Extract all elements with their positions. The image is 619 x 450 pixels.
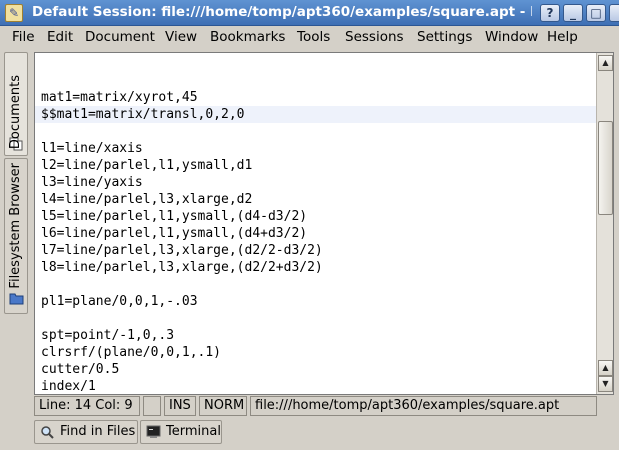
window-title: Default Session: file:///home/tomp/apt36…	[32, 4, 532, 20]
tab-filesystem-label: Filesystem Browser	[8, 163, 23, 289]
menu-sessions[interactable]: Sessions	[345, 29, 404, 45]
menu-window[interactable]: Window	[485, 29, 538, 45]
tab-documents-label: Documents	[8, 74, 23, 149]
kate-icon[interactable]: ✎	[5, 4, 23, 22]
code-line[interactable]: clrsrf/(plane/0,0,1,.1)	[41, 344, 596, 361]
code-line[interactable]: cutter/0.5	[41, 361, 596, 378]
scroll-down-button[interactable]: ▼	[598, 376, 613, 392]
tab-terminal-label: Terminal	[166, 424, 221, 439]
bottom-tab-bar: Find in Files Terminal	[34, 420, 614, 444]
tab-filesystem-browser[interactable]: Filesystem Browser	[4, 158, 28, 314]
code-line[interactable]: l4=line/parlel,l3,xlarge,d2	[41, 191, 596, 208]
menu-edit[interactable]: Edit	[47, 29, 73, 45]
menu-tools[interactable]: Tools	[297, 29, 330, 45]
scroll-up-button-lower[interactable]: ▲	[598, 360, 613, 376]
tab-terminal[interactable]: Terminal	[140, 420, 222, 444]
code-line[interactable]	[41, 276, 596, 293]
side-tab-bar: Documents Filesystem Browser	[4, 52, 28, 314]
code-line[interactable]: l3=line/yaxis	[41, 174, 596, 191]
cursor-position: Line: 14 Col: 9	[34, 396, 140, 416]
code-line[interactable]: l2=line/parlel,l1,ysmall,d1	[41, 157, 596, 174]
menu-settings[interactable]: Settings	[417, 29, 472, 45]
folder-icon	[9, 291, 24, 305]
code-area[interactable]: mat1=matrix/xyrot,45 $$mat1=matrix/transl…	[35, 89, 596, 395]
code-line[interactable]: mat1=matrix/xyrot,45	[41, 89, 596, 106]
minimize-button[interactable]: _	[563, 4, 583, 22]
tab-documents[interactable]: Documents	[4, 52, 28, 156]
title-bar[interactable]: ✎ Default Session: file:///home/tomp/apt…	[0, 0, 619, 26]
menu-view[interactable]: View	[165, 29, 197, 45]
status-bar: Line: 14 Col: 9 INS NORM file:///home/to…	[34, 396, 614, 416]
code-line[interactable]: l6=line/parlel,l1,ysmall,(d4+d3/2)	[41, 225, 596, 242]
menu-file[interactable]: File	[12, 29, 35, 45]
modified-indicator	[143, 396, 161, 416]
code-line[interactable]: $$mat1=matrix/transl,0,2,0	[35, 106, 596, 123]
close-button[interactable]	[609, 4, 619, 22]
text-editor[interactable]: mat1=matrix/xyrot,45 $$mat1=matrix/transl…	[34, 52, 614, 395]
find-icon	[40, 425, 55, 439]
code-line[interactable]: spt=point/-1,0,.3	[41, 327, 596, 344]
tab-find-label: Find in Files	[60, 424, 136, 439]
menu-bookmarks[interactable]: Bookmarks	[210, 29, 285, 45]
code-line[interactable]	[41, 123, 596, 140]
code-line[interactable]: l1=line/xaxis	[41, 140, 596, 157]
maximize-button[interactable]: □	[586, 4, 606, 22]
scroll-up-button[interactable]: ▲	[598, 55, 613, 71]
menu-help[interactable]: Help	[547, 29, 578, 45]
menu-bar: File Edit Document View Bookmarks Tools …	[0, 27, 619, 49]
code-line[interactable]: l5=line/parlel,l1,ysmall,(d4-d3/2)	[41, 208, 596, 225]
file-path: file:///home/tomp/apt360/examples/square…	[250, 396, 597, 416]
code-line[interactable]: l8=line/parlel,l3,xlarge,(d2/2+d3/2)	[41, 259, 596, 276]
scroll-thumb[interactable]	[598, 121, 613, 215]
help-button[interactable]: ?	[540, 4, 560, 22]
insert-mode[interactable]: INS	[164, 396, 196, 416]
code-line[interactable]: index/1	[41, 378, 596, 395]
menu-document[interactable]: Document	[85, 29, 155, 45]
code-line[interactable]	[41, 310, 596, 327]
selection-mode[interactable]: NORM	[199, 396, 247, 416]
code-line[interactable]: pl1=plane/0,0,1,-.03	[41, 293, 596, 310]
tab-find-in-files[interactable]: Find in Files	[34, 420, 138, 444]
terminal-icon	[146, 425, 161, 439]
vertical-scrollbar[interactable]: ▲ ▲ ▼	[596, 53, 613, 394]
code-line[interactable]: l7=line/parlel,l3,xlarge,(d2/2-d3/2)	[41, 242, 596, 259]
